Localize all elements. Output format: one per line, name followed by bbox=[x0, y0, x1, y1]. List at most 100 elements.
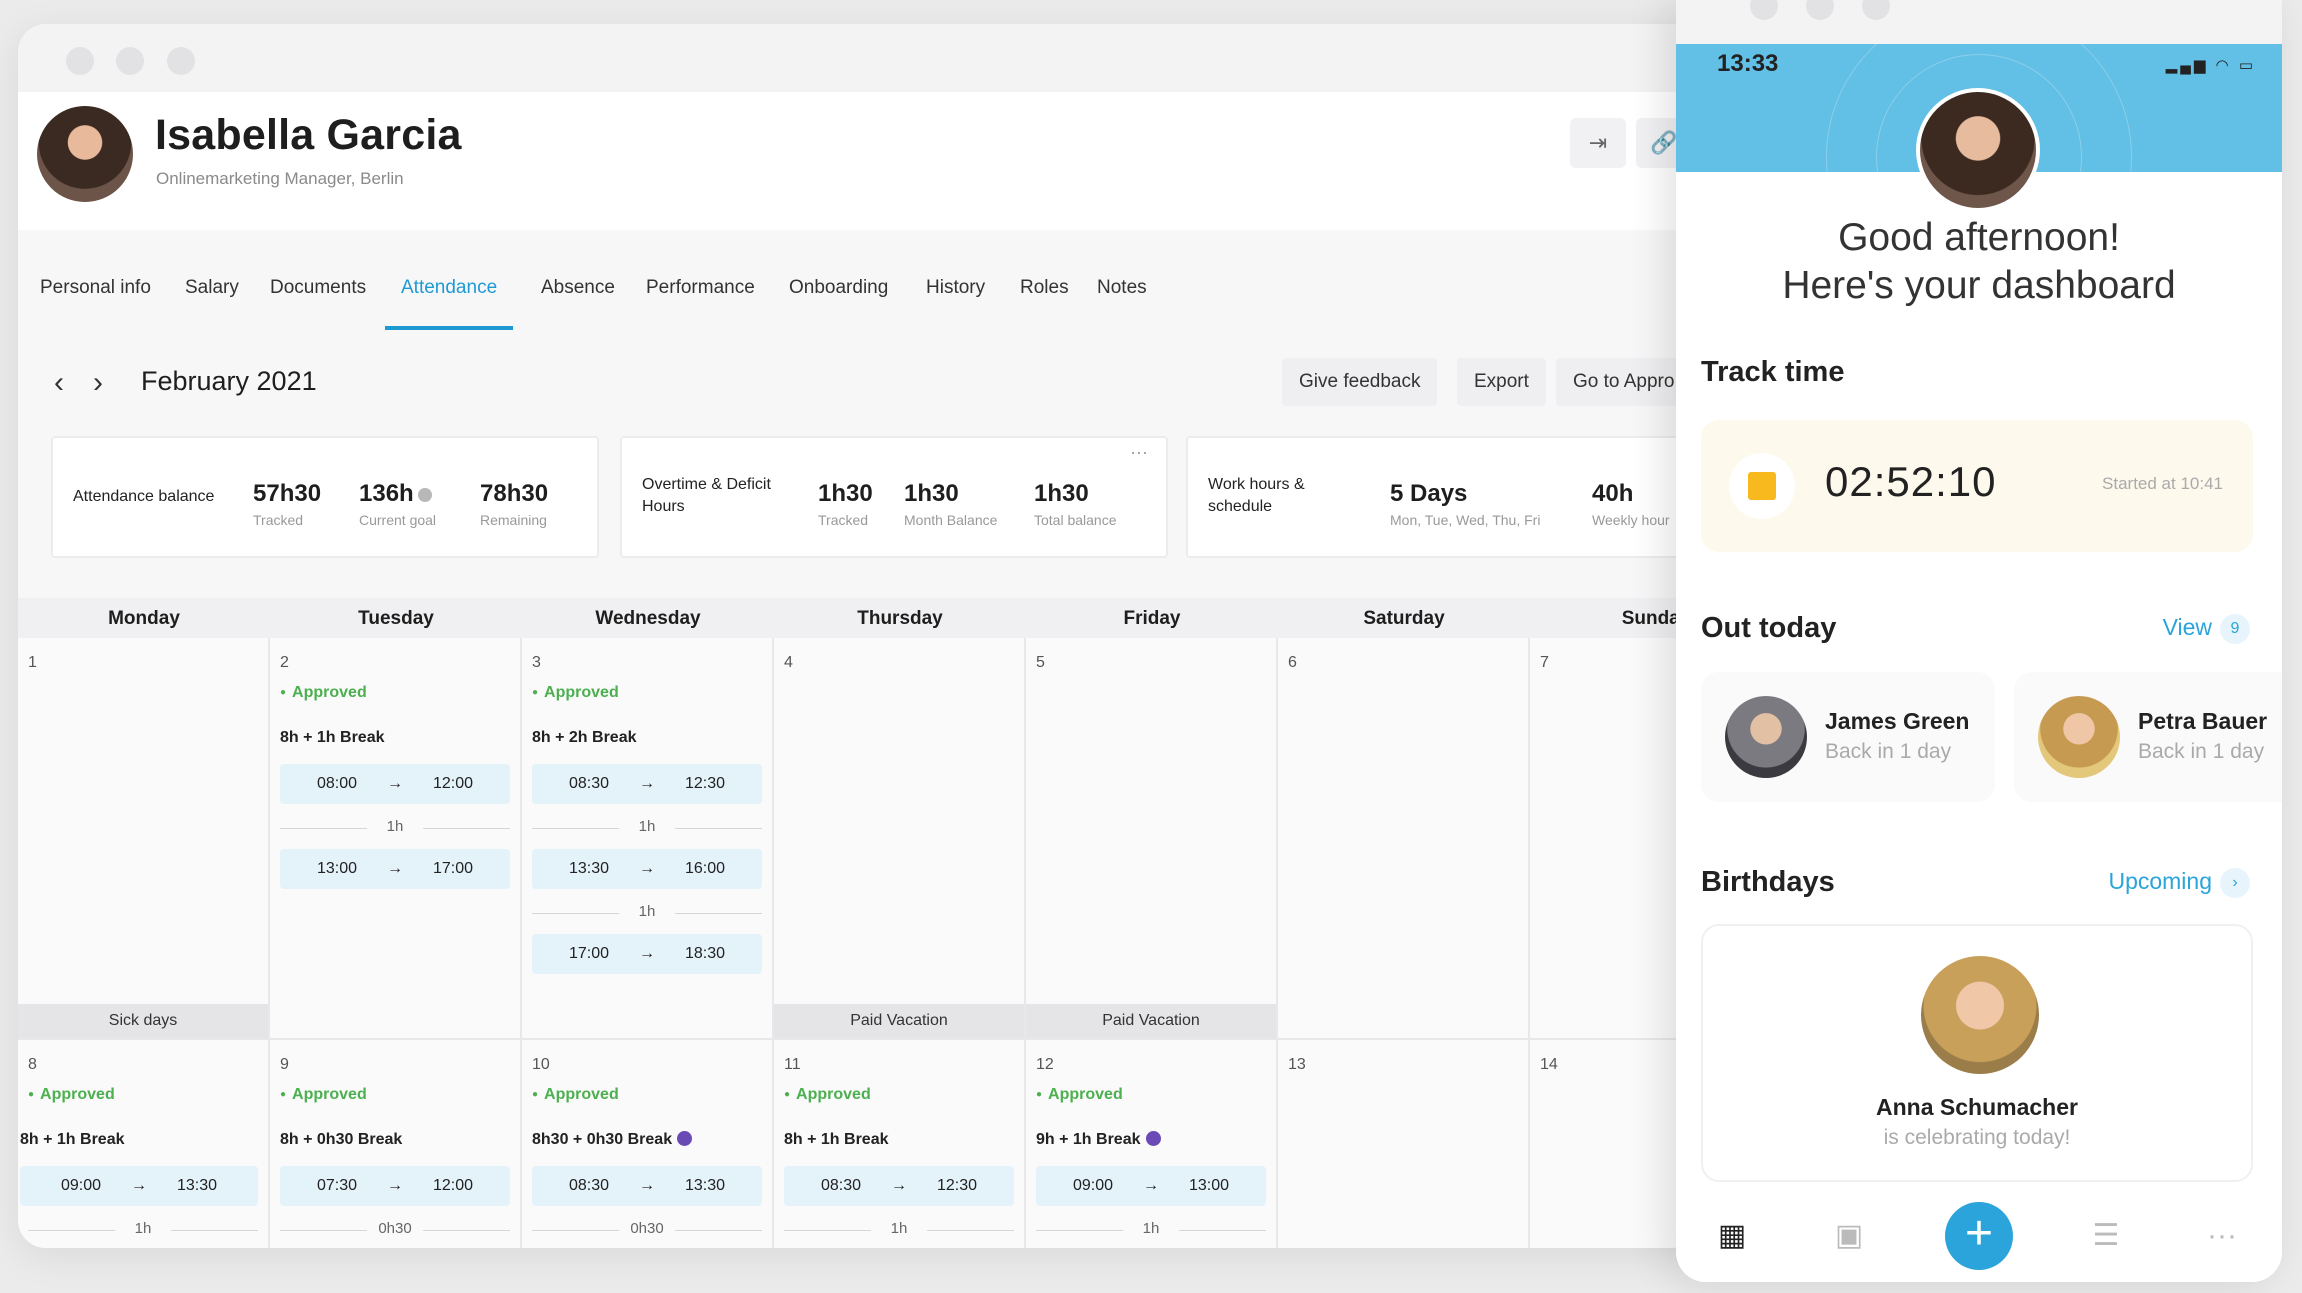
break-summary: 8h30 + 0h30 Break bbox=[532, 1131, 693, 1149]
mobile-app: 13:33 ▂▄▆ ◠ ▭ Good afternoon! Here's you… bbox=[1676, 0, 2282, 1282]
logout-button[interactable]: ⇥ bbox=[1570, 118, 1626, 168]
person-name: Petra Bauer bbox=[2138, 708, 2268, 734]
calendar-cell-5[interactable]: 5 Paid Vacation bbox=[1026, 638, 1278, 1040]
people-icon[interactable]: ☰ bbox=[2086, 1216, 2126, 1256]
approved-status: Approved bbox=[784, 1086, 871, 1104]
calendar-cell-9[interactable]: 9 Approved 8h + 0h30 Break 07:30 → 12:00 0… bbox=[270, 1040, 522, 1248]
time-slot[interactable]: 17:00 → 18:30 bbox=[532, 934, 762, 974]
weekly-hours-label: Weekly hour bbox=[1592, 512, 1670, 528]
window-maximize-dot[interactable] bbox=[167, 47, 195, 75]
tab-absence[interactable]: Absence bbox=[539, 230, 617, 330]
phone-dot bbox=[1806, 0, 1834, 20]
slot-end: 13:00 bbox=[1189, 1177, 1230, 1194]
tab-attendance[interactable]: Attendance bbox=[384, 230, 514, 330]
profile-role: Onlinemarketing Manager, Berlin bbox=[156, 169, 404, 188]
overtime-label-line1: Overtime & Deficit bbox=[642, 476, 771, 493]
slot-end: 12:30 bbox=[937, 1177, 978, 1194]
time-slot[interactable]: 08:30 → 12:30 bbox=[784, 1166, 1014, 1206]
break-summary: 9h + 1h Break bbox=[1036, 1131, 1161, 1149]
calendar-icon[interactable]: ▣ bbox=[1829, 1216, 1869, 1256]
calendar-cell-4[interactable]: 4 Paid Vacation bbox=[774, 638, 1026, 1040]
time-slot[interactable]: 08:30 → 12:30 bbox=[532, 764, 762, 804]
tab-personal-info[interactable]: Personal info bbox=[38, 230, 153, 330]
calendar-cell-6[interactable]: 6 bbox=[1278, 638, 1530, 1040]
calendar-cell-14[interactable]: 14 bbox=[1530, 1040, 1698, 1248]
approved-status: Approved bbox=[532, 684, 619, 702]
arrow-icon: → bbox=[639, 860, 655, 877]
upcoming-birthdays-link[interactable]: Upcoming › bbox=[2108, 868, 2250, 898]
out-person-card[interactable]: Petra Bauer Back in 1 day bbox=[2014, 672, 2282, 802]
remaining-value: 78h30 bbox=[480, 480, 549, 507]
time-slot[interactable]: 09:00 → 13:30 bbox=[20, 1166, 258, 1206]
slot-end: 17:00 bbox=[433, 860, 474, 877]
calendar-cell-13[interactable]: 13 bbox=[1278, 1040, 1530, 1248]
day-number: 11 bbox=[784, 1056, 801, 1073]
time-slot[interactable]: 09:00 → 13:00 bbox=[1036, 1166, 1266, 1206]
bottom-navigation: ▦ ▣ + ☰ ··· bbox=[1676, 1194, 2282, 1282]
day-number: 6 bbox=[1288, 654, 1297, 671]
slot-start: 08:30 bbox=[820, 1177, 861, 1194]
calendar-cell-1[interactable]: 1 Sick days bbox=[18, 638, 270, 1040]
chevron-left-icon[interactable]: ‹ bbox=[54, 366, 64, 400]
info-icon[interactable] bbox=[417, 487, 432, 502]
slot-start: 07:30 bbox=[316, 1177, 357, 1194]
day-number: 14 bbox=[1540, 1056, 1558, 1073]
current-month: February 2021 bbox=[141, 366, 317, 396]
plus-icon[interactable]: + bbox=[1945, 1202, 2013, 1270]
more-icon[interactable]: ··· bbox=[2202, 1216, 2242, 1256]
remaining-label: Remaining bbox=[480, 512, 547, 528]
out-person-card[interactable]: James Green Back in 1 day bbox=[1701, 672, 1995, 802]
calendar-cell-8[interactable]: 8 Approved 8h + 1h Break 09:00 → 13:30 1h bbox=[18, 1040, 270, 1248]
clock-icon[interactable] bbox=[1145, 1131, 1161, 1146]
arrow-icon: → bbox=[131, 1177, 147, 1194]
calendar-cell-12[interactable]: 12 Approved 9h + 1h Break 09:00 → 13:00 1h bbox=[1026, 1040, 1278, 1248]
stop-timer-button[interactable] bbox=[1729, 453, 1795, 519]
break-gap: 0h30 bbox=[532, 1220, 762, 1240]
time-slot[interactable]: 07:30 → 12:00 bbox=[280, 1166, 510, 1206]
window-titlebar bbox=[18, 24, 1698, 92]
phone-dot bbox=[1862, 0, 1890, 20]
day-number: 1 bbox=[28, 654, 37, 671]
status-time: 13:33 bbox=[1717, 50, 1779, 77]
wifi-icon: ◠ bbox=[2215, 57, 2232, 74]
work-days-label: Mon, Tue, Wed, Thu, Fri bbox=[1390, 512, 1541, 528]
tab-salary[interactable]: Salary bbox=[183, 230, 241, 330]
tracked-value: 57h30 bbox=[253, 480, 322, 507]
tab-onboarding[interactable]: Onboarding bbox=[787, 230, 890, 330]
tab-performance[interactable]: Performance bbox=[644, 230, 757, 330]
break-summary: 8h + 1h Break bbox=[280, 729, 385, 746]
time-slot[interactable]: 13:30 → 16:00 bbox=[532, 849, 762, 889]
chevron-right-icon[interactable]: › bbox=[93, 366, 103, 400]
slot-end: 13:30 bbox=[177, 1177, 218, 1194]
export-button[interactable]: Export bbox=[1457, 358, 1546, 406]
birthday-card[interactable]: Anna Schumacher is celebrating today! bbox=[1701, 924, 2253, 1182]
calendar-cell-10[interactable]: 10 Approved 8h30 + 0h30 Break 08:30 → 13:3… bbox=[522, 1040, 774, 1248]
tab-roles[interactable]: Roles bbox=[1018, 230, 1071, 330]
window-minimize-dot[interactable] bbox=[116, 47, 144, 75]
dashboard-icon[interactable]: ▦ bbox=[1712, 1216, 1752, 1256]
tab-notes[interactable]: Notes bbox=[1095, 230, 1149, 330]
overtime-card: ··· Overtime & Deficit Hours 1h30 Tracked… bbox=[620, 436, 1168, 558]
window-close-dot[interactable] bbox=[66, 47, 94, 75]
tab-history[interactable]: History bbox=[924, 230, 987, 330]
give-feedback-button[interactable]: Give feedback bbox=[1282, 358, 1438, 406]
calendar-cell-2[interactable]: 2 Approved 8h + 1h Break 08:00→12:00 1h … bbox=[270, 638, 522, 1040]
time-slot[interactable]: 08:30 → 13:30 bbox=[532, 1166, 762, 1206]
clock-icon[interactable] bbox=[677, 1131, 693, 1146]
time-slot[interactable]: 13:00 → 17:00 bbox=[280, 849, 510, 889]
calendar-cell-11[interactable]: 11 Approved 8h + 1h Break 08:30 → 12:30 1h bbox=[774, 1040, 1026, 1248]
day-number: 4 bbox=[784, 654, 793, 671]
greeting-line2: Here's your dashboard bbox=[1782, 264, 2176, 307]
tab-documents[interactable]: Documents bbox=[268, 230, 368, 330]
slot-end: 18:30 bbox=[685, 945, 726, 962]
calendar-cell-3[interactable]: 3 Approved 8h + 2h Break 08:30→12:30 1h … bbox=[522, 638, 774, 1040]
slot-end: 12:00 bbox=[433, 775, 474, 792]
more-icon[interactable]: ··· bbox=[1130, 442, 1148, 463]
time-slot[interactable]: 08:00 → 12:00 bbox=[280, 764, 510, 804]
paid-vacation-label: Paid Vacation bbox=[774, 1004, 1024, 1038]
break-summary: 8h + 1h Break bbox=[784, 1131, 889, 1148]
day-number: 3 bbox=[532, 654, 541, 671]
calendar-cell-7[interactable]: 7 bbox=[1530, 638, 1698, 1040]
view-out-today-link[interactable]: View 9 bbox=[2163, 614, 2250, 644]
day-sunday: Sunday bbox=[1621, 608, 1691, 629]
